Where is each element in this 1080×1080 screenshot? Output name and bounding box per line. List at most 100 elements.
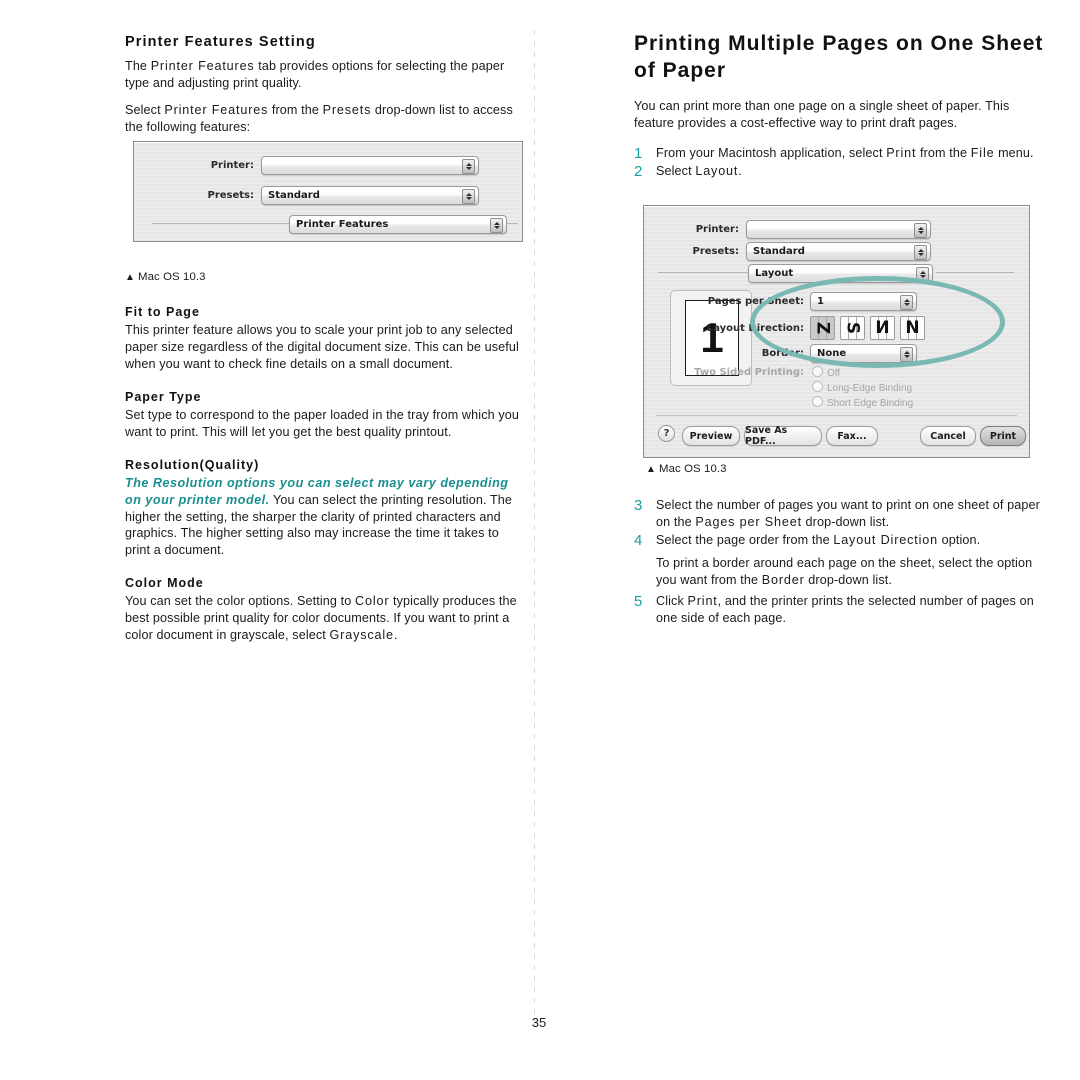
paragraph-resolution-quality: The Resolution options you can select ma…	[125, 475, 525, 558]
printer-select[interactable]	[261, 156, 479, 175]
text-fragment: .	[393, 627, 398, 642]
layout-direction-option-reverse-n[interactable]: И	[870, 316, 895, 340]
divider-line-left	[658, 272, 748, 273]
presets-label: Presets:	[207, 190, 254, 201]
chevron-updown-icon	[916, 267, 929, 282]
subsection-heading-resolution-quality: Resolution(Quality)	[125, 458, 260, 473]
paragraph-color-mode: You can set the color options. Setting t…	[125, 593, 525, 643]
layout-direction-option-s[interactable]: S	[840, 316, 865, 340]
left-column: Printer Features Setting The Printer Fea…	[125, 34, 525, 643]
paragraph-intro: You can print more than one page on a si…	[634, 99, 1010, 130]
paragraph-select-printer-features: Select Printer Features from the Presets…	[125, 102, 525, 135]
two-sided-option-off[interactable]: Off	[812, 366, 840, 379]
layout-direction-buttons: Z S И N	[810, 316, 925, 340]
radio-icon	[812, 381, 823, 392]
presets-label: Presets:	[692, 246, 739, 257]
steps-list-top: 1 From your Macintosh application, selec…	[634, 145, 1046, 180]
text-fragment: Select	[125, 103, 165, 118]
radio-icon	[812, 366, 823, 377]
paragraph-printer-features-tab: The Printer Features tab provides option…	[125, 58, 525, 91]
column-divider	[534, 30, 535, 1030]
cancel-button[interactable]: Cancel	[920, 426, 976, 446]
list-item: 2 Select Layout.	[634, 163, 1046, 180]
two-sided-option-long-edge[interactable]: Long-Edge Binding	[812, 381, 912, 394]
list-item: 3 Select the number of pages you want to…	[634, 497, 1046, 531]
text-fragment: You can set the color options. Setting t…	[125, 594, 356, 609]
help-button[interactable]: ?	[658, 425, 675, 442]
note-text: To print a border around each page on th…	[656, 556, 1033, 588]
triangle-up-icon: ▲	[646, 464, 656, 476]
chevron-updown-icon	[900, 295, 913, 310]
pane-select-layout[interactable]: Layout	[748, 264, 933, 283]
z-pattern-icon: Z	[813, 321, 833, 335]
step-text: Select the number of pages you want to p…	[656, 498, 1040, 530]
chevron-updown-icon	[914, 223, 927, 238]
list-item-note: To print a border around each page on th…	[634, 555, 1046, 589]
text-fragment: from the	[268, 103, 323, 118]
step-text: From your Macintosh application, select …	[656, 146, 1034, 161]
fax-button[interactable]: Fax...	[826, 426, 878, 446]
text-emphasis: Presets	[322, 103, 372, 118]
list-item: 4 Select the page order from the Layout …	[634, 532, 1046, 549]
divider-line-left	[152, 223, 289, 224]
text-emphasis: Printer Features	[150, 59, 255, 73]
step-text: Click Print, and the printer prints the …	[656, 594, 1034, 626]
chevron-updown-icon	[462, 189, 475, 204]
step-number: 5	[634, 593, 643, 611]
list-item: 5 Click Print, and the printer prints th…	[634, 593, 1046, 627]
subsection-heading-color-mode: Color Mode	[125, 576, 204, 591]
mac-print-dialog-printer-features: Printer: Presets: Standard Printer Featu…	[133, 141, 523, 242]
border-select[interactable]: None	[810, 344, 917, 363]
subsection-heading-paper-type: Paper Type	[125, 390, 202, 405]
two-sided-option-short-edge[interactable]: Short Edge Binding	[812, 396, 913, 409]
dialog-button-bar: ? Preview Save As PDF... Fax... Cancel P…	[644, 415, 1029, 451]
chevron-updown-icon	[900, 347, 913, 362]
page-title-printer-features-setting: Printer Features Setting	[125, 34, 316, 50]
border-label: Border:	[761, 348, 804, 359]
chevron-updown-icon	[914, 245, 927, 260]
page-title-printing-multiple-pages: Printing Multiple Pages on One Sheet of …	[634, 32, 1044, 82]
subsection-heading-fit-to-page: Fit to Page	[125, 305, 200, 320]
pages-per-sheet-select[interactable]: 1	[810, 292, 917, 311]
presets-select[interactable]: Standard	[261, 186, 479, 205]
layout-direction-option-n[interactable]: N	[900, 316, 925, 340]
step-text: Select the page order from the Layout Di…	[656, 533, 981, 548]
page-number: 35	[531, 1015, 547, 1030]
triangle-up-icon: ▲	[125, 272, 135, 284]
preview-button[interactable]: Preview	[682, 426, 740, 446]
figure-caption-left: ▲ Mac OS 10.3	[125, 271, 206, 284]
list-item: 1 From your Macintosh application, selec…	[634, 145, 1046, 162]
text-emphasis: Grayscale	[329, 627, 394, 642]
text-fragment: The	[125, 59, 151, 73]
printer-label: Printer:	[695, 224, 739, 235]
button-bar-separator	[656, 415, 1017, 416]
divider-line-right	[936, 272, 1014, 273]
presets-select[interactable]: Standard	[746, 242, 931, 261]
paragraph-paper-type: Set type to correspond to the paper load…	[125, 408, 520, 439]
document-page: Printer Features Setting The Printer Fea…	[0, 0, 1080, 1080]
step-number: 4	[634, 532, 643, 550]
printer-select[interactable]	[746, 220, 931, 239]
printer-label: Printer:	[210, 160, 254, 171]
radio-icon	[812, 396, 823, 407]
step-indent-spacer	[634, 555, 656, 589]
paragraph-fit-to-page: This printer feature allows you to scale…	[125, 323, 519, 371]
save-as-pdf-button[interactable]: Save As PDF...	[744, 425, 822, 447]
text-emphasis: Printer Features	[164, 103, 269, 118]
step-number: 3	[634, 497, 643, 515]
s-pattern-icon: S	[843, 321, 863, 335]
pane-select-printer-features[interactable]: Printer Features	[289, 215, 507, 234]
chevron-updown-icon	[490, 218, 503, 233]
layout-direction-label: Layout Direction:	[706, 322, 804, 334]
mac-print-dialog-layout: Printer: Presets: Standard Layout 1 Page…	[643, 205, 1030, 458]
step-number: 2	[634, 163, 643, 181]
layout-direction-option-z[interactable]: Z	[810, 316, 835, 340]
step-number: 1	[634, 145, 643, 163]
n-pattern-icon: N	[905, 317, 920, 338]
step-text: Select Layout.	[656, 164, 742, 179]
figure-caption-right: ▲ Mac OS 10.3	[646, 463, 727, 476]
text-emphasis: Color	[355, 594, 390, 609]
steps-list-bottom: 3 Select the number of pages you want to…	[634, 497, 1046, 627]
print-button[interactable]: Print	[980, 426, 1026, 446]
reverse-n-pattern-icon: И	[875, 317, 890, 338]
